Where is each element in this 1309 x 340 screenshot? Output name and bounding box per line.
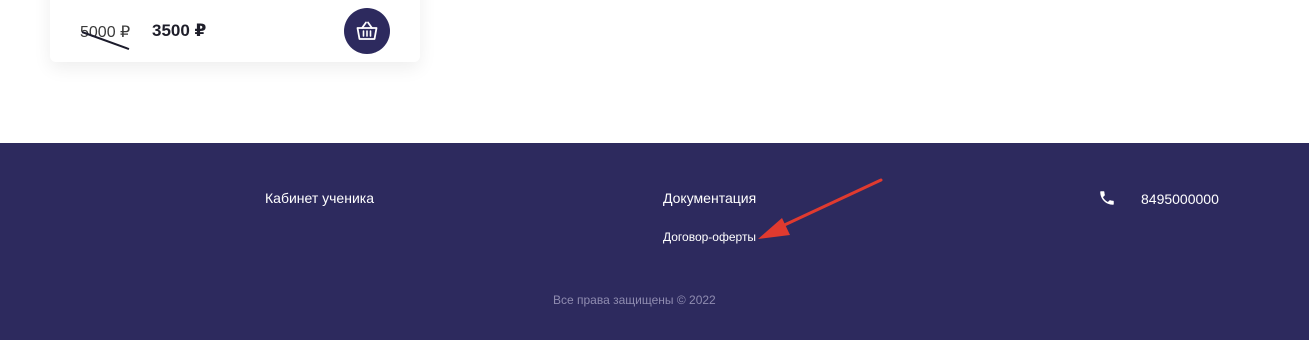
student-cabinet-link[interactable]: Кабинет ученика — [265, 190, 374, 206]
documents-heading: Документация — [663, 190, 757, 206]
page: 5000 ₽ 3500 ₽ Кабинет ученика Документац… — [0, 0, 1309, 340]
site-footer: Кабинет ученика Документация Договор-офе… — [0, 143, 1309, 340]
add-to-cart-button[interactable] — [344, 8, 390, 54]
phone-icon — [1100, 191, 1114, 205]
product-card: 5000 ₽ 3500 ₽ — [50, 0, 420, 62]
new-price: 3500 ₽ — [152, 21, 207, 40]
old-price: 5000 ₽ — [80, 22, 130, 51]
phone-number[interactable]: 8495000000 — [1141, 191, 1219, 207]
copyright-text: Все права защищены © 2022 — [553, 293, 716, 307]
basket-icon — [356, 21, 378, 40]
offer-contract-link[interactable]: Договор-оферты — [663, 230, 756, 244]
